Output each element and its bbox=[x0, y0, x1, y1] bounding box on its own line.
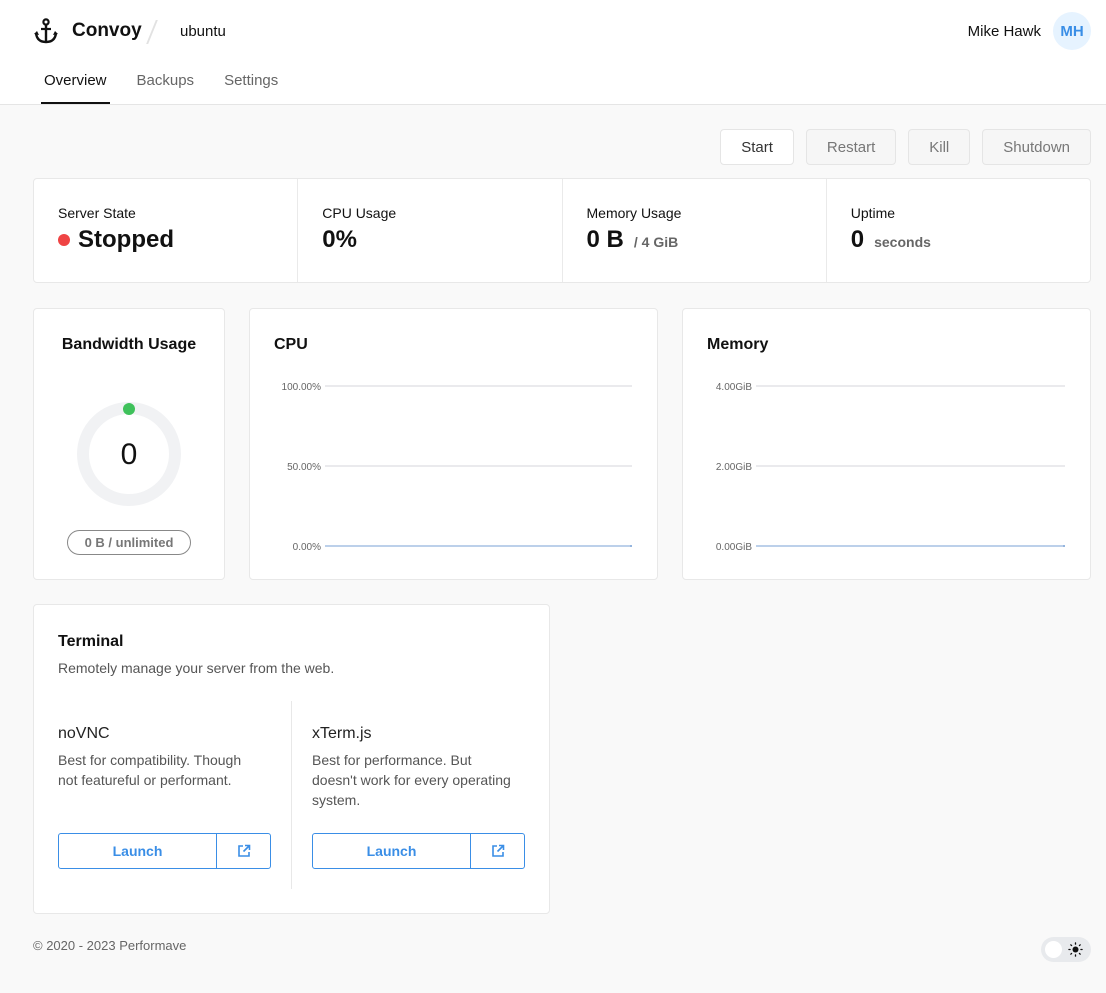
xterm-open-new-window-button[interactable] bbox=[471, 834, 524, 868]
tab-settings[interactable]: Settings bbox=[221, 72, 281, 104]
cpu-usage-value: 0% bbox=[322, 226, 357, 253]
xterm-launch-group: Launch bbox=[312, 833, 525, 869]
novnc-launch-button[interactable]: Launch bbox=[59, 834, 217, 868]
kill-button[interactable]: Kill bbox=[908, 129, 971, 165]
status-dot-icon bbox=[58, 234, 70, 246]
cpu-chart-card: CPU 0.00% 50.00% 100.00% bbox=[249, 308, 658, 580]
memory-chart: 0.00GiB 2.00GiB 4.00GiB bbox=[716, 382, 1065, 553]
y-tick-label: 100.00% bbox=[282, 382, 322, 393]
server-state-value: Stopped bbox=[78, 226, 174, 253]
novnc-launch-group: Launch bbox=[58, 833, 271, 869]
terminal-card: Terminal Remotely manage your server fro… bbox=[33, 604, 550, 914]
terminal-description: Remotely manage your server from the web… bbox=[58, 660, 335, 676]
stat-label: Uptime bbox=[850, 205, 896, 221]
stat-server-state: Server State Stopped bbox=[34, 179, 299, 282]
bandwidth-usage-badge: 0 B / unlimited bbox=[67, 530, 191, 555]
y-tick-label: 0.00% bbox=[293, 542, 321, 553]
y-tick-label: 2.00GiB bbox=[716, 462, 752, 473]
novnc-option: noVNC Best for compatibility. Though not… bbox=[58, 725, 272, 790]
option-name: noVNC bbox=[58, 725, 110, 742]
memory-limit: / 4 GiB bbox=[633, 234, 679, 250]
stat-label: CPU Usage bbox=[322, 205, 397, 221]
terminal-title: Terminal bbox=[58, 633, 124, 650]
data-point bbox=[630, 545, 632, 547]
memory-usage-value: 0 B bbox=[586, 226, 624, 253]
shutdown-button[interactable]: Shutdown bbox=[982, 129, 1091, 165]
option-description: Best for compatibility. Though not featu… bbox=[58, 752, 242, 788]
bandwidth-progress-dot bbox=[123, 403, 135, 415]
brand-name: Convoy bbox=[72, 20, 142, 41]
data-point bbox=[1063, 545, 1065, 547]
theme-toggle[interactable] bbox=[1041, 937, 1091, 962]
avatar[interactable]: MH bbox=[1053, 12, 1091, 50]
user-name: Mike Hawk bbox=[967, 23, 1041, 40]
option-description: Best for performance. But doesn't work f… bbox=[312, 752, 511, 808]
xterm-option: xTerm.js Best for performance. But doesn… bbox=[312, 725, 526, 810]
external-link-icon bbox=[491, 844, 504, 857]
sun-icon bbox=[1068, 942, 1083, 957]
power-actions: Start Restart Kill Shutdown bbox=[720, 129, 1091, 165]
stat-value-row: Stopped bbox=[58, 226, 273, 254]
footer-copyright: © 2020 - 2023 Performave bbox=[33, 938, 187, 953]
anchor-icon bbox=[34, 18, 58, 44]
tab-backups[interactable]: Backups bbox=[134, 72, 198, 104]
y-tick-label: 50.00% bbox=[287, 462, 321, 473]
uptime-value: 0 bbox=[850, 226, 865, 253]
stat-uptime: Uptime 0 seconds bbox=[827, 179, 1090, 282]
option-name: xTerm.js bbox=[312, 725, 372, 742]
stat-value-row: 0 B / 4 GiB bbox=[587, 226, 802, 254]
bandwidth-card: Bandwidth Usage 0 0 B / unlimited bbox=[33, 308, 225, 580]
tab-overview[interactable]: Overview bbox=[41, 72, 110, 104]
external-link-icon bbox=[237, 844, 250, 857]
stat-memory-usage: Memory Usage 0 B / 4 GiB bbox=[563, 179, 827, 282]
restart-button[interactable]: Restart bbox=[805, 129, 897, 165]
memory-chart-card: Memory 0.00GiB 2.00GiB 4.00GiB bbox=[682, 308, 1091, 580]
toggle-knob bbox=[1045, 941, 1062, 958]
uptime-unit: seconds bbox=[874, 234, 931, 250]
y-tick-label: 0.00GiB bbox=[716, 542, 752, 553]
stats-card: Server State Stopped CPU Usage 0% Memory… bbox=[33, 178, 1091, 283]
tab-bar: Overview Backups Settings bbox=[41, 72, 305, 104]
novnc-open-new-window-button[interactable] bbox=[217, 834, 270, 868]
bandwidth-value: 0 bbox=[120, 438, 138, 471]
stat-label: Server State bbox=[58, 205, 136, 221]
xterm-launch-button[interactable]: Launch bbox=[313, 834, 471, 868]
cpu-chart: 0.00% 50.00% 100.00% bbox=[282, 382, 632, 553]
stat-label: Memory Usage bbox=[586, 205, 682, 221]
start-button[interactable]: Start bbox=[720, 129, 794, 165]
server-name[interactable]: ubuntu bbox=[180, 23, 226, 40]
terminal-divider bbox=[291, 701, 292, 889]
breadcrumb-divider bbox=[146, 20, 158, 44]
y-tick-label: 4.00GiB bbox=[716, 382, 752, 393]
brand[interactable]: Convoy bbox=[34, 18, 142, 44]
bandwidth-title: Bandwidth Usage bbox=[61, 336, 197, 353]
top-header: Convoy ubuntu Mike Hawk MH Overview Back… bbox=[0, 0, 1106, 105]
stat-value-row: 0 seconds bbox=[851, 226, 1066, 254]
stat-cpu-usage: CPU Usage 0% bbox=[298, 179, 563, 282]
